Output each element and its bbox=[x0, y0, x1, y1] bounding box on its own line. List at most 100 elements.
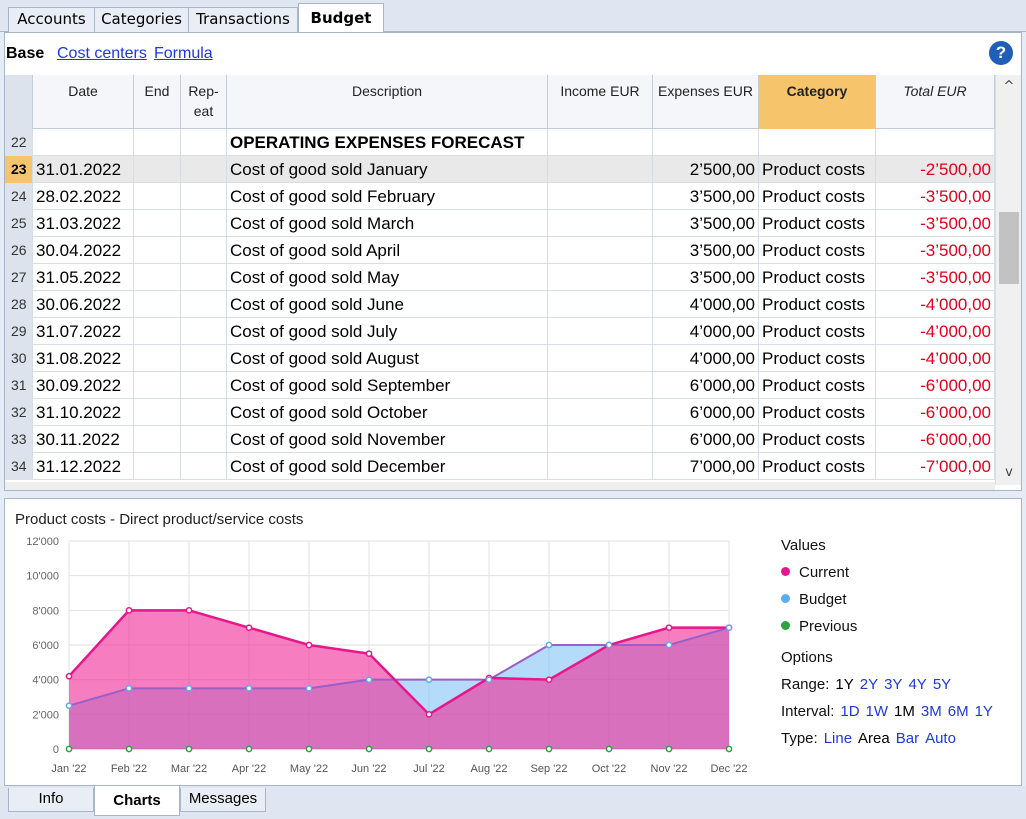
cell-end[interactable] bbox=[134, 426, 181, 453]
cell-end[interactable] bbox=[134, 372, 181, 399]
cell-total[interactable]: -4’000,00 bbox=[876, 291, 995, 318]
cell-repeat[interactable] bbox=[181, 156, 227, 183]
cell-income[interactable] bbox=[548, 264, 653, 291]
cell-end[interactable] bbox=[134, 210, 181, 237]
cell-total[interactable]: -3’500,00 bbox=[876, 183, 995, 210]
type-option[interactable]: Line bbox=[824, 730, 852, 747]
cell-repeat[interactable] bbox=[181, 399, 227, 426]
row-number[interactable]: 34 bbox=[5, 453, 33, 480]
cell-end[interactable] bbox=[134, 183, 181, 210]
cell-repeat[interactable] bbox=[181, 210, 227, 237]
interval-option[interactable]: 1D bbox=[840, 703, 859, 720]
cell-category[interactable]: Product costs bbox=[759, 372, 876, 399]
cell-date[interactable]: 31.12.2022 bbox=[33, 453, 134, 480]
table-row[interactable]: 23 31.01.2022 Cost of good sold January 2’5… bbox=[5, 156, 995, 183]
cell-expenses[interactable]: 3’500,00 bbox=[653, 210, 759, 237]
cell-income[interactable] bbox=[548, 372, 653, 399]
cell-description[interactable]: Cost of good sold November bbox=[227, 426, 548, 453]
cell-category[interactable]: Product costs bbox=[759, 399, 876, 426]
cell-date[interactable]: 28.02.2022 bbox=[33, 183, 134, 210]
legend-budget[interactable]: Budget bbox=[781, 591, 847, 608]
row-number[interactable]: 26 bbox=[5, 237, 33, 264]
row-number[interactable]: 22 bbox=[5, 129, 33, 156]
cell-expenses[interactable]: 7’000,00 bbox=[653, 453, 759, 480]
cell-end[interactable] bbox=[134, 156, 181, 183]
cell-end[interactable] bbox=[134, 399, 181, 426]
table-row[interactable]: 25 31.03.2022 Cost of good sold March 3’500… bbox=[5, 210, 995, 237]
view-formula-link[interactable]: Formula bbox=[154, 45, 213, 63]
cell-date[interactable]: 30.09.2022 bbox=[33, 372, 134, 399]
cell-description[interactable]: Cost of good sold April bbox=[227, 237, 548, 264]
cell-category[interactable]: Product costs bbox=[759, 453, 876, 480]
table-row[interactable]: 24 28.02.2022 Cost of good sold February 3’… bbox=[5, 183, 995, 210]
tab-messages[interactable]: Messages bbox=[180, 788, 266, 812]
cell-description[interactable]: Cost of good sold March bbox=[227, 210, 548, 237]
cell-expenses[interactable]: 4’000,00 bbox=[653, 318, 759, 345]
cell-expenses[interactable]: 6’000,00 bbox=[653, 372, 759, 399]
cell-income[interactable] bbox=[548, 345, 653, 372]
cell-description[interactable]: Cost of good sold August bbox=[227, 345, 548, 372]
cell-total[interactable] bbox=[876, 129, 995, 156]
cell-date[interactable]: 31.03.2022 bbox=[33, 210, 134, 237]
cell-date[interactable]: 31.08.2022 bbox=[33, 345, 134, 372]
cell-category[interactable]: Product costs bbox=[759, 156, 876, 183]
cell-repeat[interactable] bbox=[181, 345, 227, 372]
cell-category[interactable]: Product costs bbox=[759, 426, 876, 453]
col-total[interactable]: Total EUR bbox=[876, 75, 995, 129]
cell-end[interactable] bbox=[134, 453, 181, 480]
scroll-down-icon[interactable]: v bbox=[996, 463, 1022, 483]
cell-date[interactable]: 30.11.2022 bbox=[33, 426, 134, 453]
cell-expenses[interactable]: 4’000,00 bbox=[653, 345, 759, 372]
cell-description[interactable]: OPERATING EXPENSES FORECAST bbox=[227, 129, 548, 156]
cell-description[interactable]: Cost of good sold June bbox=[227, 291, 548, 318]
cell-end[interactable] bbox=[134, 264, 181, 291]
cell-income[interactable] bbox=[548, 426, 653, 453]
table-row[interactable]: 34 31.12.2022 Cost of good sold December 7’… bbox=[5, 453, 995, 480]
cell-repeat[interactable] bbox=[181, 183, 227, 210]
legend-previous[interactable]: Previous bbox=[781, 618, 857, 635]
legend-current[interactable]: Current bbox=[781, 564, 849, 581]
vertical-scrollbar[interactable]: ^ v bbox=[995, 75, 1021, 485]
tab-budget[interactable]: Budget bbox=[298, 3, 384, 33]
cell-end[interactable] bbox=[134, 345, 181, 372]
cell-description[interactable]: Cost of good sold September bbox=[227, 372, 548, 399]
cell-total[interactable]: -6’000,00 bbox=[876, 426, 995, 453]
view-base[interactable]: Base bbox=[6, 45, 44, 63]
type-option[interactable]: Auto bbox=[925, 730, 956, 747]
cell-total[interactable]: -4’000,00 bbox=[876, 318, 995, 345]
cell-date[interactable]: 30.04.2022 bbox=[33, 237, 134, 264]
cell-date[interactable]: 31.01.2022 bbox=[33, 156, 134, 183]
cell-income[interactable] bbox=[548, 318, 653, 345]
cell-category[interactable]: Product costs bbox=[759, 237, 876, 264]
row-number[interactable]: 28 bbox=[5, 291, 33, 318]
col-expenses[interactable]: Expenses EUR bbox=[653, 75, 759, 129]
cell-expenses[interactable]: 3’500,00 bbox=[653, 183, 759, 210]
cell-description[interactable]: Cost of good sold July bbox=[227, 318, 548, 345]
scroll-thumb[interactable] bbox=[999, 212, 1019, 284]
cell-total[interactable]: -6’000,00 bbox=[876, 372, 995, 399]
tab-transactions[interactable]: Transactions bbox=[188, 7, 298, 32]
cell-date[interactable] bbox=[33, 129, 134, 156]
scroll-up-icon[interactable]: ^ bbox=[996, 77, 1022, 97]
cell-total[interactable]: -3’500,00 bbox=[876, 264, 995, 291]
table-row[interactable]: 32 31.10.2022 Cost of good sold October 6’0… bbox=[5, 399, 995, 426]
cell-category[interactable] bbox=[759, 129, 876, 156]
row-number[interactable]: 31 bbox=[5, 372, 33, 399]
cell-category[interactable]: Product costs bbox=[759, 210, 876, 237]
row-number[interactable]: 27 bbox=[5, 264, 33, 291]
cell-income[interactable] bbox=[548, 129, 653, 156]
table-row[interactable]: 31 30.09.2022 Cost of good sold September 6… bbox=[5, 372, 995, 399]
col-income[interactable]: Income EUR bbox=[548, 75, 653, 129]
range-option[interactable]: 1Y bbox=[835, 676, 853, 693]
tab-categories[interactable]: Categories bbox=[94, 7, 189, 32]
type-option[interactable]: Area bbox=[858, 730, 890, 747]
cell-date[interactable]: 30.06.2022 bbox=[33, 291, 134, 318]
cell-total[interactable]: -6’000,00 bbox=[876, 399, 995, 426]
cell-repeat[interactable] bbox=[181, 318, 227, 345]
cell-date[interactable]: 31.05.2022 bbox=[33, 264, 134, 291]
table-row[interactable]: 30 31.08.2022 Cost of good sold August 4’00… bbox=[5, 345, 995, 372]
row-number[interactable]: 30 bbox=[5, 345, 33, 372]
cell-total[interactable]: -4’000,00 bbox=[876, 345, 995, 372]
range-option[interactable]: 5Y bbox=[933, 676, 951, 693]
cell-income[interactable] bbox=[548, 156, 653, 183]
